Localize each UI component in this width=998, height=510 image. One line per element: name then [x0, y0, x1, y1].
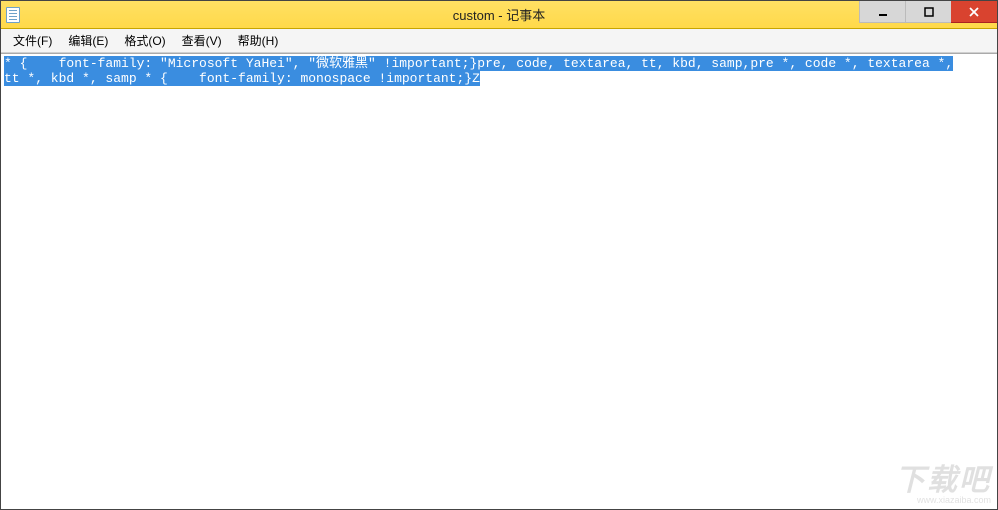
window-title: custom - 记事本: [1, 5, 997, 24]
menu-edit[interactable]: 编辑(E): [60, 30, 116, 51]
notepad-icon: [6, 7, 20, 23]
text-editor-area[interactable]: * { font-family: "Microsoft YaHei", "微软雅…: [1, 53, 997, 509]
app-icon-slot: [1, 7, 25, 23]
menu-file[interactable]: 文件(F): [5, 30, 60, 51]
menu-view[interactable]: 查看(V): [174, 30, 230, 51]
selected-text-line1[interactable]: * { font-family: "Microsoft YaHei", "微软雅…: [4, 56, 953, 71]
menu-help[interactable]: 帮助(H): [230, 30, 287, 51]
minimize-button[interactable]: [859, 1, 905, 23]
selected-text-line2[interactable]: tt *, kbd *, samp * { font-family: monos…: [4, 71, 480, 86]
close-button[interactable]: [951, 1, 997, 23]
maximize-button[interactable]: [905, 1, 951, 23]
notepad-window: custom - 记事本 文件(F) 编辑(E) 格式(O) 查看(V) 帮助(…: [0, 0, 998, 510]
text-content[interactable]: * { font-family: "Microsoft YaHei", "微软雅…: [1, 54, 997, 88]
titlebar[interactable]: custom - 记事本: [1, 1, 997, 29]
window-controls: [859, 1, 997, 23]
menubar: 文件(F) 编辑(E) 格式(O) 查看(V) 帮助(H): [1, 29, 997, 53]
menu-format[interactable]: 格式(O): [116, 30, 173, 51]
